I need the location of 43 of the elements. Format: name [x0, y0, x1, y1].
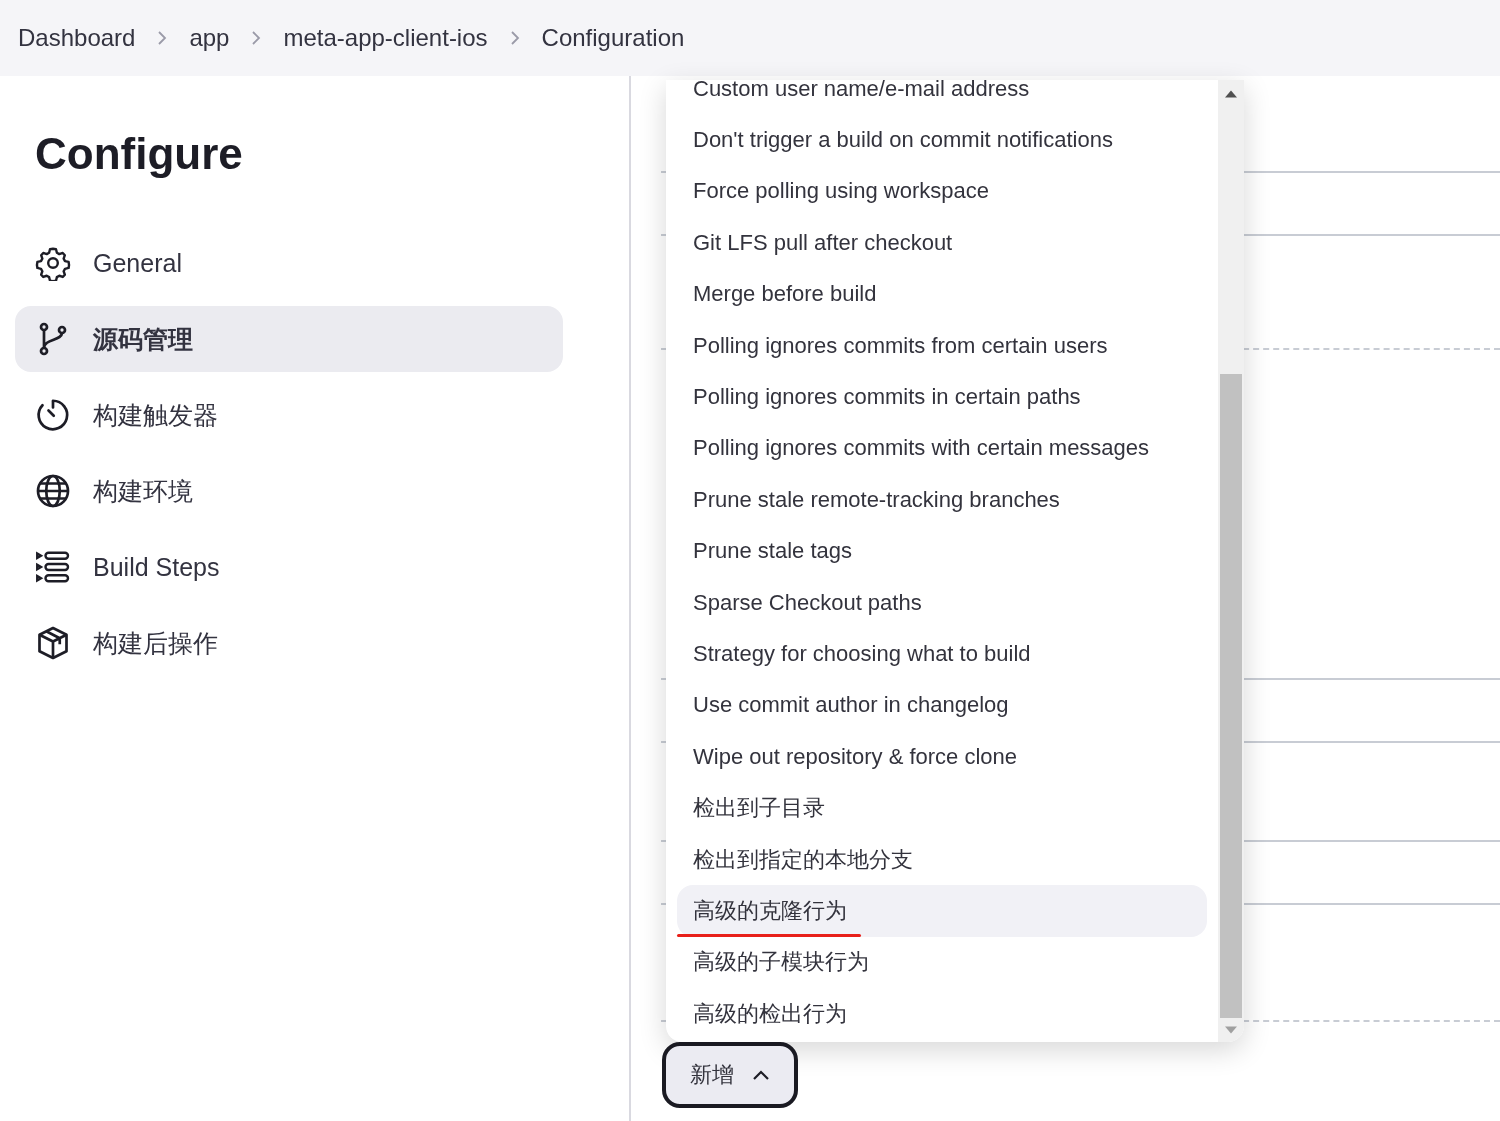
sidebar-item[interactable]: General	[15, 230, 563, 296]
breadcrumb-link[interactable]: meta-app-client-ios	[283, 24, 488, 52]
page-title: Configure	[35, 128, 244, 180]
chevron-icon	[251, 30, 262, 46]
breadcrumb-link[interactable]: Configuration	[541, 24, 685, 52]
menu-item[interactable]: Strategy for choosing what to build	[677, 628, 1207, 680]
menu-item[interactable]: Polling ignores commits from certain users	[677, 319, 1207, 372]
menu-item[interactable]: 检出到指定的本地分支	[677, 833, 1207, 886]
scroll-down-icon[interactable]	[1225, 1026, 1237, 1034]
breadcrumb-link[interactable]: app	[189, 24, 230, 52]
menu-item[interactable]: 高级的子模块行为	[677, 936, 1207, 989]
menu-item[interactable]: Merge before build	[677, 268, 1207, 320]
menu-item[interactable]: Polling ignores commits with certain messages	[677, 422, 1207, 475]
sidebar-item[interactable]: Build Steps	[15, 534, 563, 600]
menu-item[interactable]: Don't trigger a build on commit notifications	[677, 114, 1207, 166]
menu-item[interactable]: Git LFS pull after checkout	[677, 217, 1207, 269]
list-icon	[35, 549, 71, 585]
add-button[interactable]: 新增	[662, 1042, 798, 1108]
caret-icon	[752, 1069, 770, 1081]
scroll-up-icon[interactable]	[1225, 90, 1237, 98]
menu-item[interactable]: Wipe out repository & force clone	[677, 731, 1207, 783]
sidebar-item[interactable]: 构建后操作	[15, 610, 563, 676]
menu-item[interactable]: 高级的克隆行为	[677, 885, 1207, 937]
sidebar-item[interactable]: 构建环境	[15, 458, 563, 524]
sidebar-item[interactable]: 源码管理	[15, 306, 563, 372]
menu-item[interactable]: 高级的检出行为	[677, 988, 1207, 1040]
chevron-icon	[157, 30, 168, 46]
chevron-icon	[509, 30, 520, 46]
menu-item[interactable]: Prune stale remote-tracking branches	[677, 474, 1207, 526]
gear-icon	[35, 245, 71, 281]
package-icon	[35, 625, 71, 661]
menu-item[interactable]: Sparse Checkout paths	[677, 576, 1207, 629]
menu-item[interactable]: Polling ignores commits in certain paths	[677, 371, 1207, 423]
menu-item[interactable]: Use commit author in changelog	[677, 679, 1207, 732]
scroll-thumb[interactable]	[1220, 374, 1242, 1018]
breadcrumb-link[interactable]: Dashboard	[18, 24, 136, 52]
menu-item[interactable]: Prune stale tags	[677, 525, 1207, 577]
menu-item[interactable]: Force polling using workspace	[677, 165, 1207, 218]
globe-icon	[35, 473, 71, 509]
menu-item[interactable]: Custom user name/e-mail address	[677, 80, 1207, 115]
sidebar-item[interactable]: 构建触发器	[15, 382, 563, 448]
timer-icon	[35, 397, 71, 433]
menu-item[interactable]: 检出到子目录	[677, 782, 1207, 834]
